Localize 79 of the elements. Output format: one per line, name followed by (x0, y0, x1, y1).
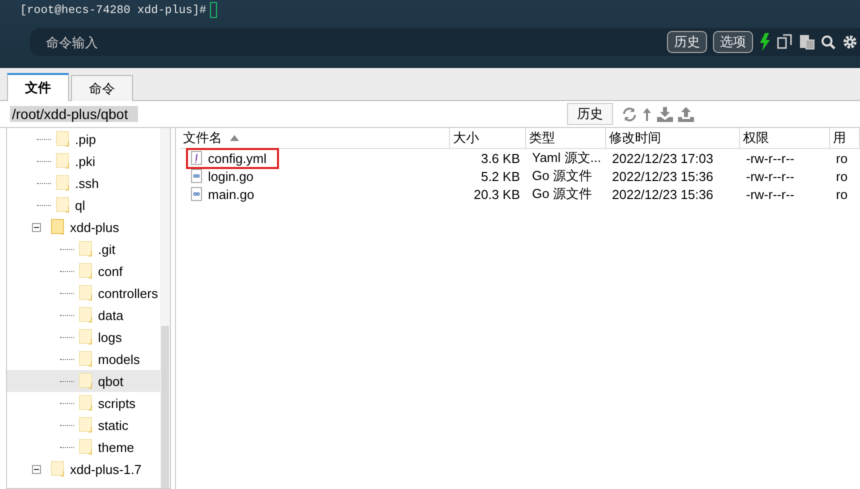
tree-item[interactable]: .git (7, 238, 160, 260)
folder-icon (79, 351, 93, 367)
terminal-prompt: [root@hecs-74280 xdd-plus]# (20, 4, 206, 16)
table-cell: 2022/12/23 15:36 (612, 186, 714, 202)
column-header[interactable]: 用 (833, 129, 846, 147)
file-name[interactable]: main.go (208, 186, 254, 202)
table-cell: ro (836, 186, 848, 202)
settings-icon[interactable] (842, 34, 858, 50)
tree-item[interactable]: theme (7, 436, 160, 458)
yaml-file-icon (191, 151, 202, 165)
tree-item[interactable]: xdd-plus-1.7 (7, 458, 160, 480)
go-file-icon (191, 169, 202, 183)
column-header[interactable]: 权限 (743, 129, 769, 147)
table-cell: 2022/12/23 15:36 (612, 168, 714, 184)
table-cell: 3.6 KB (480, 150, 520, 166)
file-name[interactable]: login.go (208, 168, 254, 184)
table-cell: ro (836, 168, 848, 184)
table-cell: Go 源文件 (532, 185, 592, 203)
tree-item[interactable]: xdd-plus (7, 216, 160, 238)
table-cell: 20.3 KB (474, 186, 520, 202)
folder-icon (79, 241, 93, 257)
toolbar-button[interactable]: 选项 (713, 31, 753, 53)
column-header[interactable]: 文件名 (183, 129, 222, 147)
folder-icon (79, 285, 93, 301)
tree-item[interactable]: .pip (7, 128, 160, 150)
folder-icon (79, 417, 93, 433)
tab[interactable]: 文件 (7, 73, 69, 101)
tree-item[interactable]: static (7, 414, 160, 436)
table-cell: 5.2 KB (480, 168, 520, 184)
table-cell: -rw-r--r-- (746, 186, 794, 202)
column-header[interactable]: 大小 (453, 129, 479, 147)
table-cell: -rw-r--r-- (746, 150, 794, 166)
table-cell: Go 源文件 (532, 167, 592, 185)
folder-icon (79, 329, 93, 345)
download-icon[interactable] (657, 106, 673, 122)
command-input[interactable]: 命令输入 (30, 28, 667, 56)
folder-icon (51, 219, 65, 235)
column-header[interactable]: 类型 (529, 129, 555, 147)
folder-icon (79, 439, 93, 455)
tree-item[interactable]: .pki (7, 150, 160, 172)
table-cell: 2022/12/23 17:03 (612, 150, 714, 166)
folder-icon (56, 153, 70, 169)
tree-item[interactable]: qbot (7, 370, 160, 392)
paste-icon[interactable] (799, 34, 815, 50)
tree-item[interactable]: data (7, 304, 160, 326)
tree-item[interactable]: scripts (7, 392, 160, 414)
search-icon[interactable] (821, 34, 836, 50)
folder-icon (79, 395, 93, 411)
folder-icon (79, 263, 93, 279)
tree-item[interactable]: models (7, 348, 160, 370)
toolbar-button[interactable]: 历史 (667, 31, 707, 53)
copy-icon[interactable] (777, 34, 793, 50)
up-arrow-icon[interactable] (642, 106, 652, 122)
folder-icon (79, 373, 93, 389)
folder-icon (51, 461, 65, 477)
folder-icon (56, 175, 70, 191)
upload-icon[interactable] (678, 106, 694, 122)
table-cell: ro (836, 150, 848, 166)
folder-icon (79, 307, 93, 323)
scrollbar-thumb[interactable] (161, 326, 170, 488)
folder-icon (56, 197, 70, 213)
column-header[interactable]: 修改时间 (609, 129, 661, 147)
tab[interactable]: 命令 (71, 75, 133, 101)
folder-icon (56, 131, 70, 147)
table-cell: -rw-r--r-- (746, 168, 794, 184)
go-file-icon (191, 187, 202, 201)
tree-item[interactable]: logs (7, 326, 160, 348)
refresh-icon[interactable] (622, 106, 637, 122)
table-cell: Yaml 源文... (532, 149, 602, 167)
tree-item[interactable]: conf (7, 260, 160, 282)
tree-item[interactable]: controllers (7, 282, 160, 304)
tree-item[interactable]: .ssh (7, 172, 160, 194)
sort-ascending-icon[interactable] (230, 135, 239, 141)
text-cursor (210, 2, 218, 18)
collapse-icon[interactable] (32, 464, 41, 474)
history-button[interactable]: 历史 (567, 103, 613, 125)
lightning-icon[interactable] (759, 33, 771, 51)
collapse-icon[interactable] (32, 222, 41, 232)
tree-item[interactable]: ql (7, 194, 160, 216)
